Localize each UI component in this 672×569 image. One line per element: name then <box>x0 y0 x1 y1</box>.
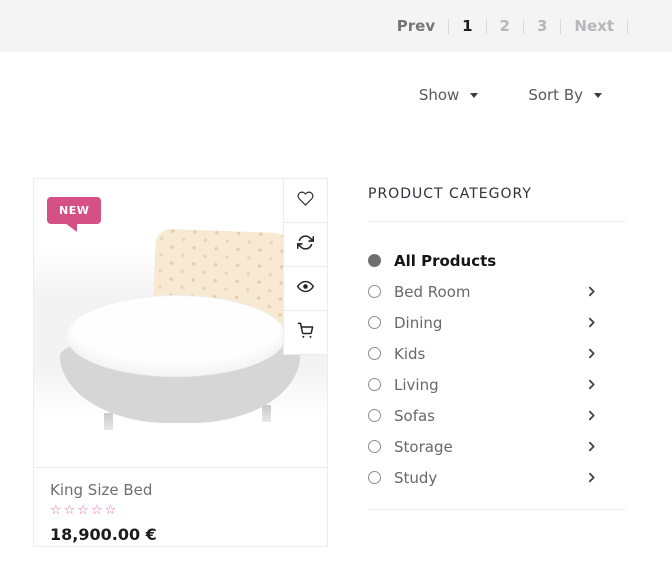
chevron-right-icon[interactable] <box>585 409 598 422</box>
radio-icon[interactable] <box>368 409 381 422</box>
divider <box>523 19 524 34</box>
category-label: Dining <box>394 314 442 332</box>
category-label: Sofas <box>394 407 435 425</box>
radio-icon[interactable] <box>368 347 381 360</box>
show-dropdown[interactable]: Show <box>419 86 478 104</box>
category-label: Kids <box>394 345 425 363</box>
pagination-prev[interactable]: Prev <box>397 17 435 35</box>
listing-toolbar: Show Sort By <box>0 82 672 108</box>
category-sofas[interactable]: Sofas <box>368 400 626 431</box>
main-content: NEW <box>0 178 672 547</box>
cart-icon <box>297 322 314 343</box>
wishlist-button[interactable] <box>283 179 327 223</box>
pagination-page-3[interactable]: 3 <box>537 17 547 35</box>
category-living[interactable]: Living <box>368 369 626 400</box>
category-storage[interactable]: Storage <box>368 431 626 462</box>
product-card: NEW <box>33 178 328 547</box>
bed-leg-graphic <box>262 405 271 422</box>
chevron-right-icon[interactable] <box>585 378 598 391</box>
bed-leg-graphic <box>104 413 113 430</box>
compare-button[interactable] <box>283 223 327 267</box>
radio-icon[interactable] <box>368 316 381 329</box>
sort-by-dropdown[interactable]: Sort By <box>528 86 602 104</box>
sidebar-title: PRODUCT CATEGORY <box>368 186 626 202</box>
chevron-down-icon <box>470 93 478 98</box>
category-label: Living <box>394 376 439 394</box>
radio-icon[interactable] <box>368 440 381 453</box>
chevron-right-icon[interactable] <box>585 347 598 360</box>
category-label: Bed Room <box>394 283 471 301</box>
category-bed-room[interactable]: Bed Room <box>368 276 626 307</box>
bed-mattress-graphic <box>66 295 286 377</box>
pagination-next[interactable]: Next <box>574 17 614 35</box>
pagination-page-1[interactable]: 1 <box>462 17 472 35</box>
pagination-bar: Prev 1 2 3 Next <box>0 0 672 52</box>
show-dropdown-label: Show <box>419 86 459 104</box>
radio-selected-icon[interactable] <box>368 254 381 267</box>
category-all-products[interactable]: All Products <box>368 245 626 276</box>
new-badge: NEW <box>47 197 101 224</box>
divider <box>368 509 626 510</box>
quick-view-button[interactable] <box>283 267 327 311</box>
heart-icon <box>297 190 314 211</box>
product-price: 18,900.00 € <box>50 525 311 544</box>
product-action-rail <box>283 179 327 355</box>
category-dining[interactable]: Dining <box>368 307 626 338</box>
category-label: Study <box>394 469 437 487</box>
category-sidebar: PRODUCT CATEGORY All Products Bed Room D… <box>368 178 626 547</box>
chevron-right-icon[interactable] <box>585 471 598 484</box>
category-label: All Products <box>394 252 496 270</box>
add-to-cart-button[interactable] <box>283 311 327 355</box>
divider <box>560 19 561 34</box>
chevron-down-icon <box>594 93 602 98</box>
refresh-icon <box>297 234 314 255</box>
radio-icon[interactable] <box>368 285 381 298</box>
divider <box>627 19 628 34</box>
product-info: King Size Bed ☆☆☆☆☆ 18,900.00 € <box>34 467 327 548</box>
chevron-right-icon[interactable] <box>585 285 598 298</box>
product-title[interactable]: King Size Bed <box>50 481 311 499</box>
pagination: Prev 1 2 3 Next <box>397 17 628 35</box>
category-study[interactable]: Study <box>368 462 626 493</box>
divider <box>368 221 626 222</box>
pagination-page-2[interactable]: 2 <box>500 17 510 35</box>
divider <box>448 19 449 34</box>
category-kids[interactable]: Kids <box>368 338 626 369</box>
radio-icon[interactable] <box>368 471 381 484</box>
eye-icon <box>297 278 314 299</box>
sort-by-dropdown-label: Sort By <box>528 86 583 104</box>
radio-icon[interactable] <box>368 378 381 391</box>
category-label: Storage <box>394 438 453 456</box>
category-list: All Products Bed Room Dining Kids <box>368 245 626 493</box>
divider <box>486 19 487 34</box>
chevron-right-icon[interactable] <box>585 316 598 329</box>
chevron-right-icon[interactable] <box>585 440 598 453</box>
rating-stars: ☆☆☆☆☆ <box>50 503 311 518</box>
